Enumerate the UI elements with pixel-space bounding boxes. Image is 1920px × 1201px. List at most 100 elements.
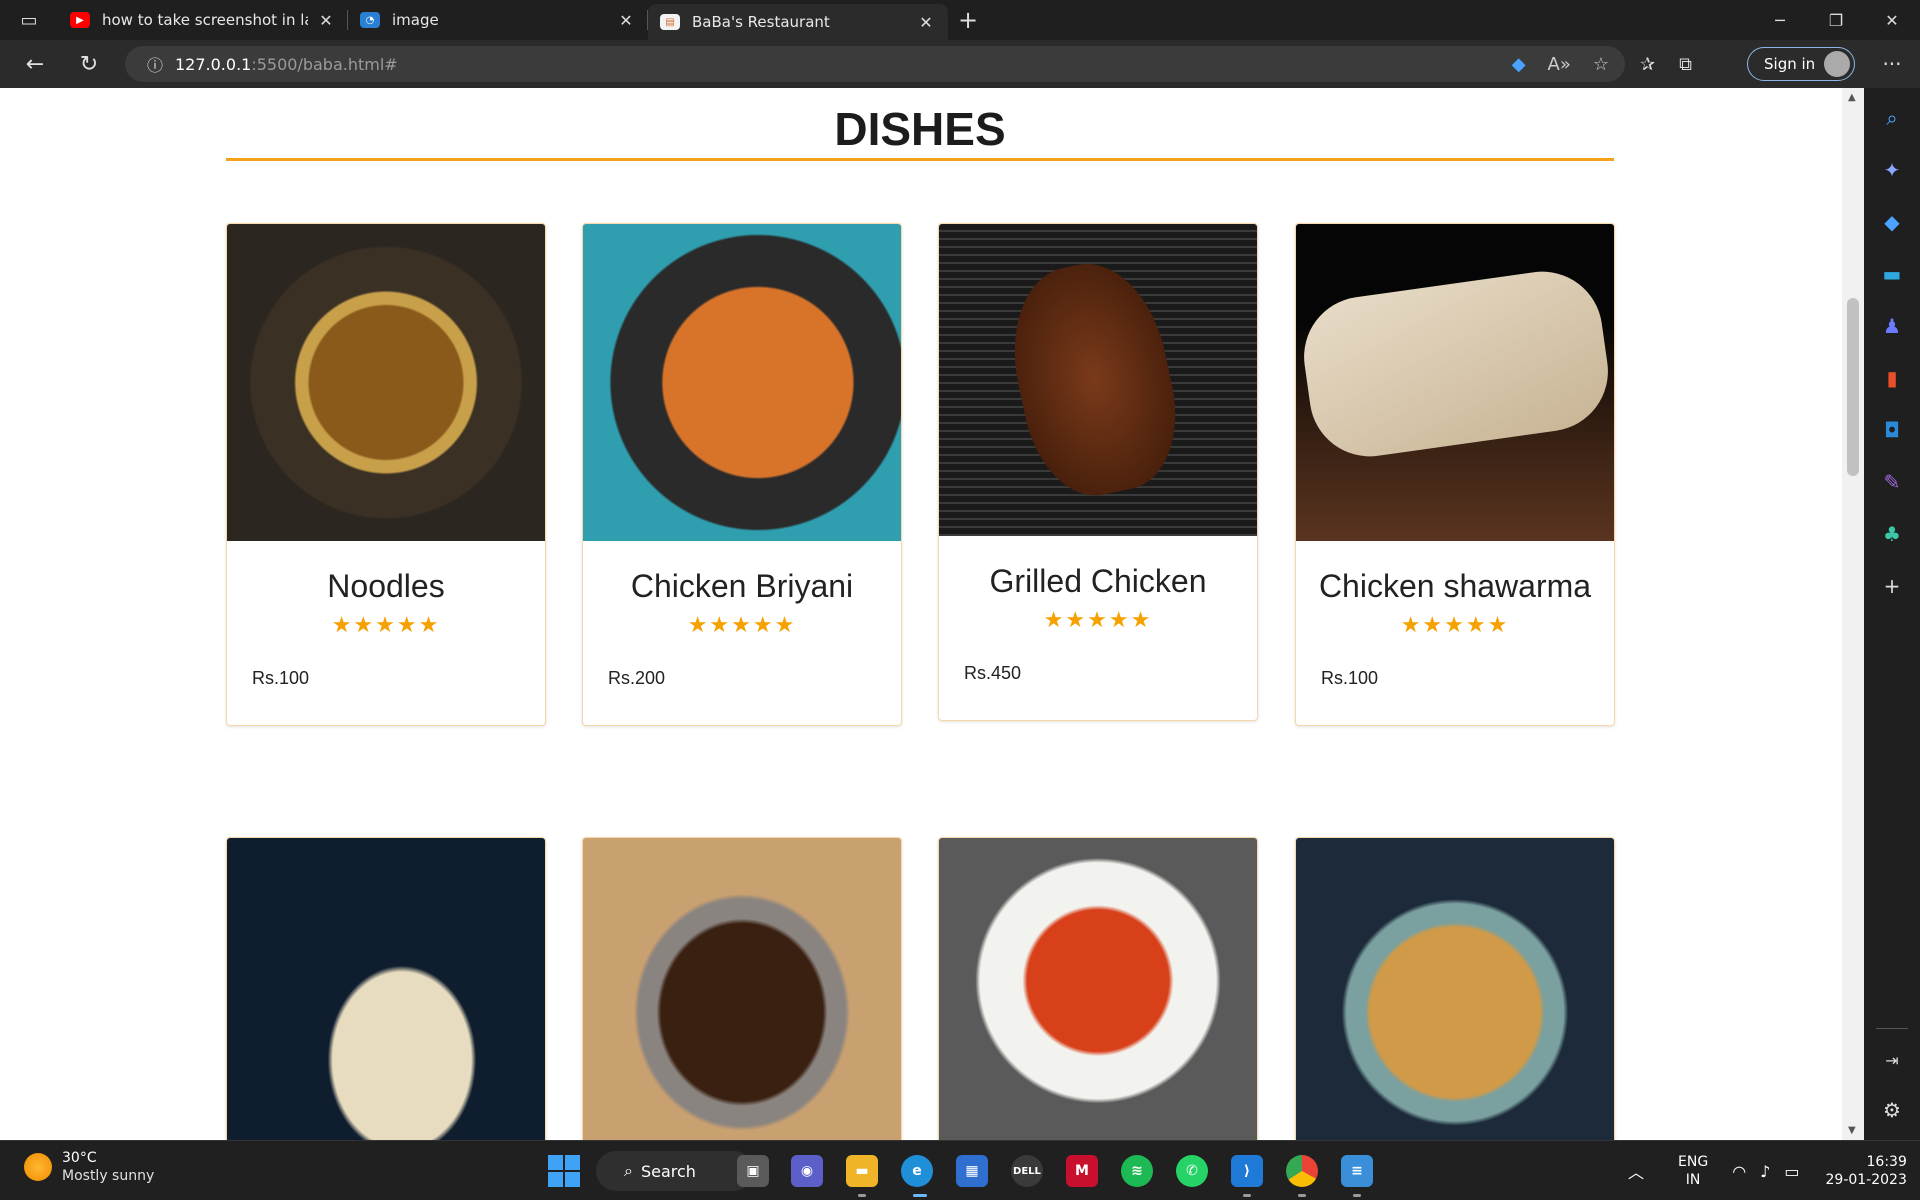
dish-card-grilled-chicken[interactable]: Grilled Chicken ★★★★★ Rs.450 xyxy=(938,223,1258,721)
close-icon[interactable]: ✕ xyxy=(616,11,636,30)
search-icon[interactable]: ⌕ xyxy=(1878,104,1906,132)
hide-sidebar-icon[interactable]: ⇥ xyxy=(1878,1046,1906,1074)
date: 29-01-2023 xyxy=(1825,1172,1907,1188)
avatar xyxy=(1824,51,1850,77)
clock[interactable]: 16:39 29-01-2023 xyxy=(1826,1153,1907,1189)
spotify-icon[interactable]: ≋ xyxy=(1121,1155,1153,1187)
edge-browser-icon[interactable]: e xyxy=(901,1155,933,1187)
tab-babas-restaurant[interactable]: ▤ BaBa's Restaurant ✕ xyxy=(648,4,948,40)
rating-stars: ★★★★★ xyxy=(687,613,797,638)
dish-name: Noodles xyxy=(327,568,445,604)
taskbar-search[interactable]: ⌕ Search xyxy=(596,1151,754,1191)
search-icon: ⌕ xyxy=(624,1161,633,1180)
tab-title: image xyxy=(392,11,439,29)
running-indicator xyxy=(858,1194,866,1197)
coupon-tag-icon[interactable]: ◆ xyxy=(1512,54,1526,75)
url-actions: ◆ A» ☆ xyxy=(1512,46,1609,82)
dish-name: Chicken shawarma xyxy=(1318,568,1592,604)
youtube-icon: ▶ xyxy=(70,12,90,28)
refresh-icon[interactable]: ↻ xyxy=(66,44,112,84)
tab-bar: ▭ ▶ how to take screenshot in laptop ✕ ◔… xyxy=(0,0,1920,40)
info-icon[interactable]: ⓘ xyxy=(135,52,175,76)
read-aloud-icon[interactable]: A» xyxy=(1548,54,1571,75)
close-window-icon[interactable]: ✕ xyxy=(1864,0,1920,40)
page-scrollbar[interactable]: ▲ ▼ xyxy=(1842,88,1864,1140)
tab-actions-icon[interactable]: ▭ xyxy=(0,0,58,40)
mcafee-shield-icon[interactable]: M xyxy=(1066,1155,1098,1187)
scrollbar-thumb[interactable] xyxy=(1847,298,1859,476)
active-indicator xyxy=(913,1194,927,1197)
add-favorite-icon[interactable]: ☆ xyxy=(1593,54,1609,75)
microsoft-store-icon[interactable]: ▦ xyxy=(956,1155,988,1187)
games-icon[interactable]: ♟ xyxy=(1878,312,1906,340)
dish-price: Rs.450 xyxy=(964,663,1022,683)
weather-widget[interactable]: 30°C Mostly sunny xyxy=(24,1149,154,1185)
tab-title: BaBa's Restaurant xyxy=(692,13,830,31)
drop-tree-icon[interactable]: ♣ xyxy=(1878,520,1906,548)
toolbar-icons: ✰ ⧉ xyxy=(1640,40,1692,88)
weather-condition: Mostly sunny xyxy=(62,1168,155,1184)
window-controls: ─ ❐ ✕ xyxy=(1752,0,1920,40)
close-icon[interactable]: ✕ xyxy=(316,11,336,30)
image-site-icon: ◔ xyxy=(360,12,380,28)
rating-stars: ★★★★★ xyxy=(331,613,441,638)
dish-card-samosa[interactable] xyxy=(1295,837,1615,1140)
dish-image-grilled-chicken xyxy=(939,224,1257,536)
dish-card-chicken-briyani[interactable]: Chicken Briyani ★★★★★ Rs.200 xyxy=(582,223,902,726)
dish-image-biryani xyxy=(583,224,901,541)
tools-briefcase-icon[interactable]: ▬ xyxy=(1878,260,1906,288)
close-icon[interactable]: ✕ xyxy=(916,13,936,32)
running-indicator xyxy=(1298,1194,1306,1197)
rating-stars: ★★★★★ xyxy=(1400,613,1510,638)
new-tab-button[interactable]: + xyxy=(948,6,988,34)
task-view-icon[interactable]: ▣ xyxy=(737,1155,769,1187)
chrome-icon[interactable] xyxy=(1286,1155,1318,1187)
url-field[interactable]: ⓘ 127.0.0.1:5500/baba.html# ◆ A» ☆ xyxy=(125,46,1625,82)
more-options-icon[interactable]: ··· xyxy=(1872,40,1912,88)
page-content: DISHES Noodles ★★★★★ Rs.100 Chicken Briy… xyxy=(0,88,1842,1140)
dish-name: Grilled Chicken xyxy=(989,563,1207,599)
dish-image-samosa xyxy=(1296,838,1614,1140)
vscode-icon[interactable]: ⟩ xyxy=(1231,1155,1263,1187)
collections-icon[interactable]: ⧉ xyxy=(1679,54,1692,75)
back-arrow-icon[interactable]: ← xyxy=(12,44,58,84)
dish-card-noodles[interactable]: Noodles ★★★★★ Rs.100 xyxy=(226,223,546,726)
minimize-icon[interactable]: ─ xyxy=(1752,0,1808,40)
edge-sidebar: ⌕ ✦ ◆ ▬ ♟ ▮ ◘ ✎ ♣ + ⇥ ⚙ xyxy=(1864,88,1920,1140)
dell-icon[interactable]: DELL xyxy=(1011,1155,1043,1187)
chevron-up-icon[interactable]: ︿ xyxy=(1628,1159,1644,1183)
office-icon[interactable]: ▮ xyxy=(1878,364,1906,392)
rating-stars: ★★★★★ xyxy=(1043,608,1153,633)
notepad-icon[interactable]: ≡ xyxy=(1341,1155,1373,1187)
scroll-up-arrow-icon[interactable]: ▲ xyxy=(1848,92,1856,103)
search-label: Search xyxy=(640,1161,696,1181)
dish-card-tomato-soup[interactable] xyxy=(938,837,1258,1140)
wifi-icon[interactable]: ◠ xyxy=(1732,1162,1746,1181)
dish-image-tomato-soup xyxy=(939,838,1257,1140)
dish-card-mutton-curry[interactable] xyxy=(582,837,902,1140)
tab-youtube[interactable]: ▶ how to take screenshot in laptop ✕ xyxy=(58,0,348,40)
sign-in-button[interactable]: Sign in xyxy=(1747,47,1855,81)
shopping-tag-icon[interactable]: ◆ xyxy=(1878,208,1906,236)
start-windows-icon[interactable] xyxy=(548,1155,580,1187)
dish-image-shawarma xyxy=(1296,224,1614,541)
dish-card-chicken-shawarma[interactable]: Chicken shawarma ★★★★★ Rs.100 xyxy=(1295,223,1615,726)
language-indicator[interactable]: ENG IN xyxy=(1678,1153,1708,1189)
battery-icon[interactable]: ▭ xyxy=(1784,1162,1799,1181)
volume-icon[interactable]: ♪ xyxy=(1760,1162,1770,1181)
file-explorer-icon[interactable]: ▬ xyxy=(846,1155,878,1187)
outlook-icon[interactable]: ◘ xyxy=(1878,416,1906,444)
dish-price: Rs.200 xyxy=(608,668,666,688)
designer-icon[interactable]: ✎ xyxy=(1878,468,1906,496)
time: 16:39 xyxy=(1866,1154,1907,1170)
tab-image[interactable]: ◔ image ✕ xyxy=(348,0,648,40)
dish-card-naan[interactable] xyxy=(226,837,546,1140)
scroll-down-arrow-icon[interactable]: ▼ xyxy=(1848,1125,1856,1136)
copilot-sparkle-icon[interactable]: ✦ xyxy=(1878,156,1906,184)
whatsapp-icon[interactable]: ✆ xyxy=(1176,1155,1208,1187)
restore-icon[interactable]: ❐ xyxy=(1808,0,1864,40)
favorites-icon[interactable]: ✰ xyxy=(1640,54,1655,75)
settings-gear-icon[interactable]: ⚙ xyxy=(1878,1096,1906,1124)
teams-chat-icon[interactable]: ◉ xyxy=(791,1155,823,1187)
add-sidebar-app-icon[interactable]: + xyxy=(1878,572,1906,600)
